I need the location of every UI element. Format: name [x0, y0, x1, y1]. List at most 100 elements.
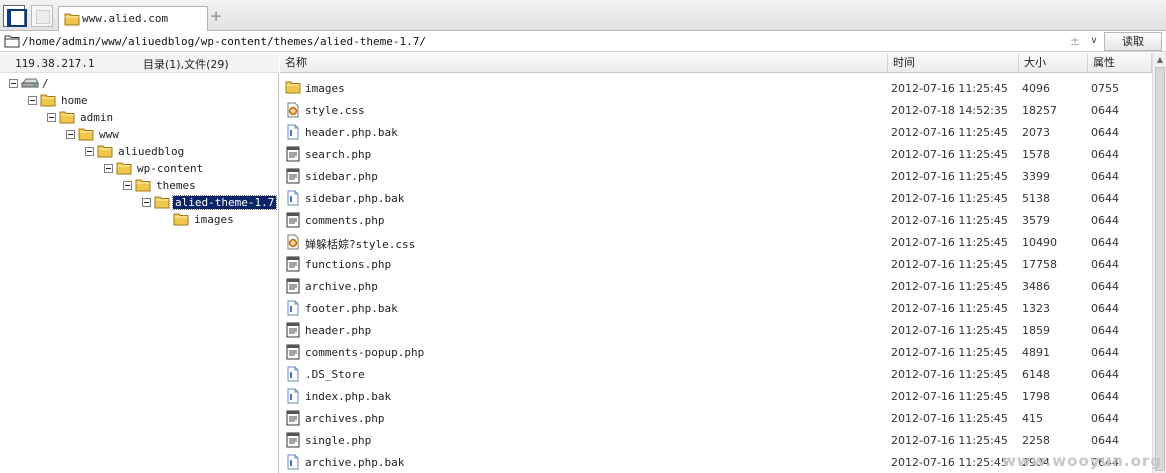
folder-icon	[59, 110, 75, 127]
file-row[interactable]: comments-popup.php 2012-07-16 11:25:45 489…	[280, 341, 1150, 363]
file-row[interactable]: header.php 2012-07-16 11:25:45 1859 0644	[280, 319, 1150, 341]
file-size: 17758	[1022, 258, 1057, 271]
column-time-header[interactable]: 时间	[888, 53, 1019, 73]
file-list-header: 名称 时间 大小 属性	[280, 53, 1166, 73]
column-attr-header[interactable]: 属性	[1088, 53, 1152, 73]
scroll-thumb[interactable]	[1155, 67, 1165, 471]
collapse-toggle-icon[interactable]	[85, 147, 94, 156]
tree-node[interactable]: wp-content	[0, 161, 279, 177]
file-time: 2012-07-16 11:25:45	[891, 280, 1008, 293]
tree-node[interactable]: aliuedblog	[0, 144, 279, 160]
file-name: sidebar.php	[305, 170, 378, 183]
file-name: .DS_Store	[305, 368, 365, 381]
folder-icon	[285, 80, 301, 97]
file-size: 6148	[1022, 368, 1050, 381]
file-row[interactable]: search.php 2012-07-16 11:25:45 1578 0644	[280, 143, 1150, 165]
drive-icon	[21, 76, 39, 93]
collapse-toggle-icon[interactable]	[47, 113, 56, 122]
file-size: 3399	[1022, 170, 1050, 183]
file-name: single.php	[305, 434, 372, 447]
dir-file-count: 目录(1),文件(29)	[143, 58, 229, 71]
file-size: 4096	[1022, 82, 1050, 95]
collapse-toggle-icon[interactable]	[104, 164, 113, 173]
tree-node[interactable]: alied-theme-1.7	[0, 195, 279, 211]
file-row[interactable]: archive.php 2012-07-16 11:25:45 3486 0644	[280, 275, 1150, 297]
file-time: 2012-07-16 11:25:45	[891, 302, 1008, 315]
file-icon	[285, 388, 301, 407]
file-time: 2012-07-16 11:25:45	[891, 148, 1008, 161]
vertical-scrollbar[interactable]: ▲	[1152, 53, 1166, 473]
collapse-toggle-icon[interactable]	[9, 79, 18, 88]
collapse-toggle-icon[interactable]	[123, 181, 132, 190]
tab-active[interactable]: www.alied.com	[58, 6, 208, 31]
scroll-up-icon[interactable]: ▲	[1154, 54, 1166, 66]
file-attr: 0644	[1091, 280, 1119, 293]
file-time: 2012-07-16 11:25:45	[891, 324, 1008, 337]
panel-toggle-icon[interactable]	[3, 5, 27, 27]
tree-node-label: images	[194, 213, 234, 226]
collapse-toggle-icon[interactable]	[66, 130, 75, 139]
column-size-header[interactable]: 大小	[1019, 53, 1088, 73]
file-size: 1578	[1022, 148, 1050, 161]
file-icon	[285, 454, 301, 473]
tree-node[interactable]: admin	[0, 110, 279, 126]
file-attr: 0644	[1091, 412, 1119, 425]
file-time: 2012-07-16 11:25:45	[891, 434, 1008, 447]
folder-icon	[173, 212, 189, 229]
file-time: 2012-07-16 11:25:45	[891, 214, 1008, 227]
php-file-icon	[285, 278, 301, 297]
chevron-down-icon[interactable]: ∨	[1087, 34, 1101, 48]
file-row[interactable]: .DS_Store 2012-07-16 11:25:45 6148 0644	[280, 363, 1150, 385]
tree-node[interactable]: images	[0, 212, 279, 228]
collapse-toggle-icon[interactable]	[28, 96, 37, 105]
new-tab-icon[interactable]: +	[209, 7, 223, 25]
php-file-icon	[285, 344, 301, 363]
folder-icon	[97, 144, 113, 161]
file-name: comments.php	[305, 214, 385, 227]
file-name: index.php.bak	[305, 390, 392, 403]
folder-icon	[4, 34, 20, 51]
pin-icon[interactable]: ±	[1069, 34, 1081, 48]
file-time: 2012-07-16 11:25:45	[891, 192, 1008, 205]
file-size: 5138	[1022, 192, 1050, 205]
tree-node[interactable]: www	[0, 127, 279, 143]
file-attr: 0644	[1091, 126, 1119, 139]
file-name: archives.php	[305, 412, 385, 425]
file-row[interactable]: header.php.bak 2012-07-16 11:25:45 2073 064…	[280, 121, 1150, 143]
path-input[interactable]	[22, 32, 1064, 50]
file-row[interactable]: images 2012-07-16 11:25:45 4096 0755	[280, 77, 1150, 99]
tree-node[interactable]: themes	[0, 178, 279, 194]
column-name-header[interactable]: 名称	[280, 53, 888, 73]
file-row[interactable]: comments.php 2012-07-16 11:25:45 3579 0644	[280, 209, 1150, 231]
file-name: header.php	[305, 324, 372, 337]
file-name: functions.php	[305, 258, 392, 271]
file-row[interactable]: sidebar.php.bak 2012-07-16 11:25:45 5138 06…	[280, 187, 1150, 209]
file-attr: 0644	[1091, 236, 1119, 249]
file-name: footer.php.bak	[305, 302, 398, 315]
file-attr: 0644	[1091, 390, 1119, 403]
tree-node[interactable]: /	[0, 76, 279, 92]
tree-node-label: home	[61, 94, 88, 107]
file-row[interactable]: archives.php 2012-07-16 11:25:45 415 0644	[280, 407, 1150, 429]
file-icon	[285, 300, 301, 319]
file-row[interactable]: single.php 2012-07-16 11:25:45 2258 0644	[280, 429, 1150, 451]
file-row[interactable]: style.css 2012-07-18 14:52:35 18257 0644	[280, 99, 1150, 121]
file-row[interactable]: sidebar.php 2012-07-16 11:25:45 3399 0644	[280, 165, 1150, 187]
read-button[interactable]: 读取	[1104, 32, 1162, 51]
file-row[interactable]: 婵躲栝婃?style.css 2012-07-16 11:25:45 10490 06…	[280, 231, 1150, 253]
php-file-icon	[285, 168, 301, 187]
file-row[interactable]: functions.php 2012-07-16 11:25:45 17758 064…	[280, 253, 1150, 275]
php-file-icon	[285, 212, 301, 231]
file-row[interactable]: footer.php.bak 2012-07-16 11:25:45 1323 064…	[280, 297, 1150, 319]
tree-node[interactable]: home	[0, 93, 279, 109]
blank-page-icon[interactable]	[31, 5, 53, 27]
php-file-icon	[285, 432, 301, 451]
file-attr: 0755	[1091, 82, 1119, 95]
php-file-icon	[285, 146, 301, 165]
file-name: images	[305, 82, 345, 95]
file-name: style.css	[305, 104, 365, 117]
collapse-toggle-icon[interactable]	[142, 198, 151, 207]
file-size: 1323	[1022, 302, 1050, 315]
file-time: 2012-07-16 11:25:45	[891, 82, 1008, 95]
file-row[interactable]: index.php.bak 2012-07-16 11:25:45 1798 0644	[280, 385, 1150, 407]
